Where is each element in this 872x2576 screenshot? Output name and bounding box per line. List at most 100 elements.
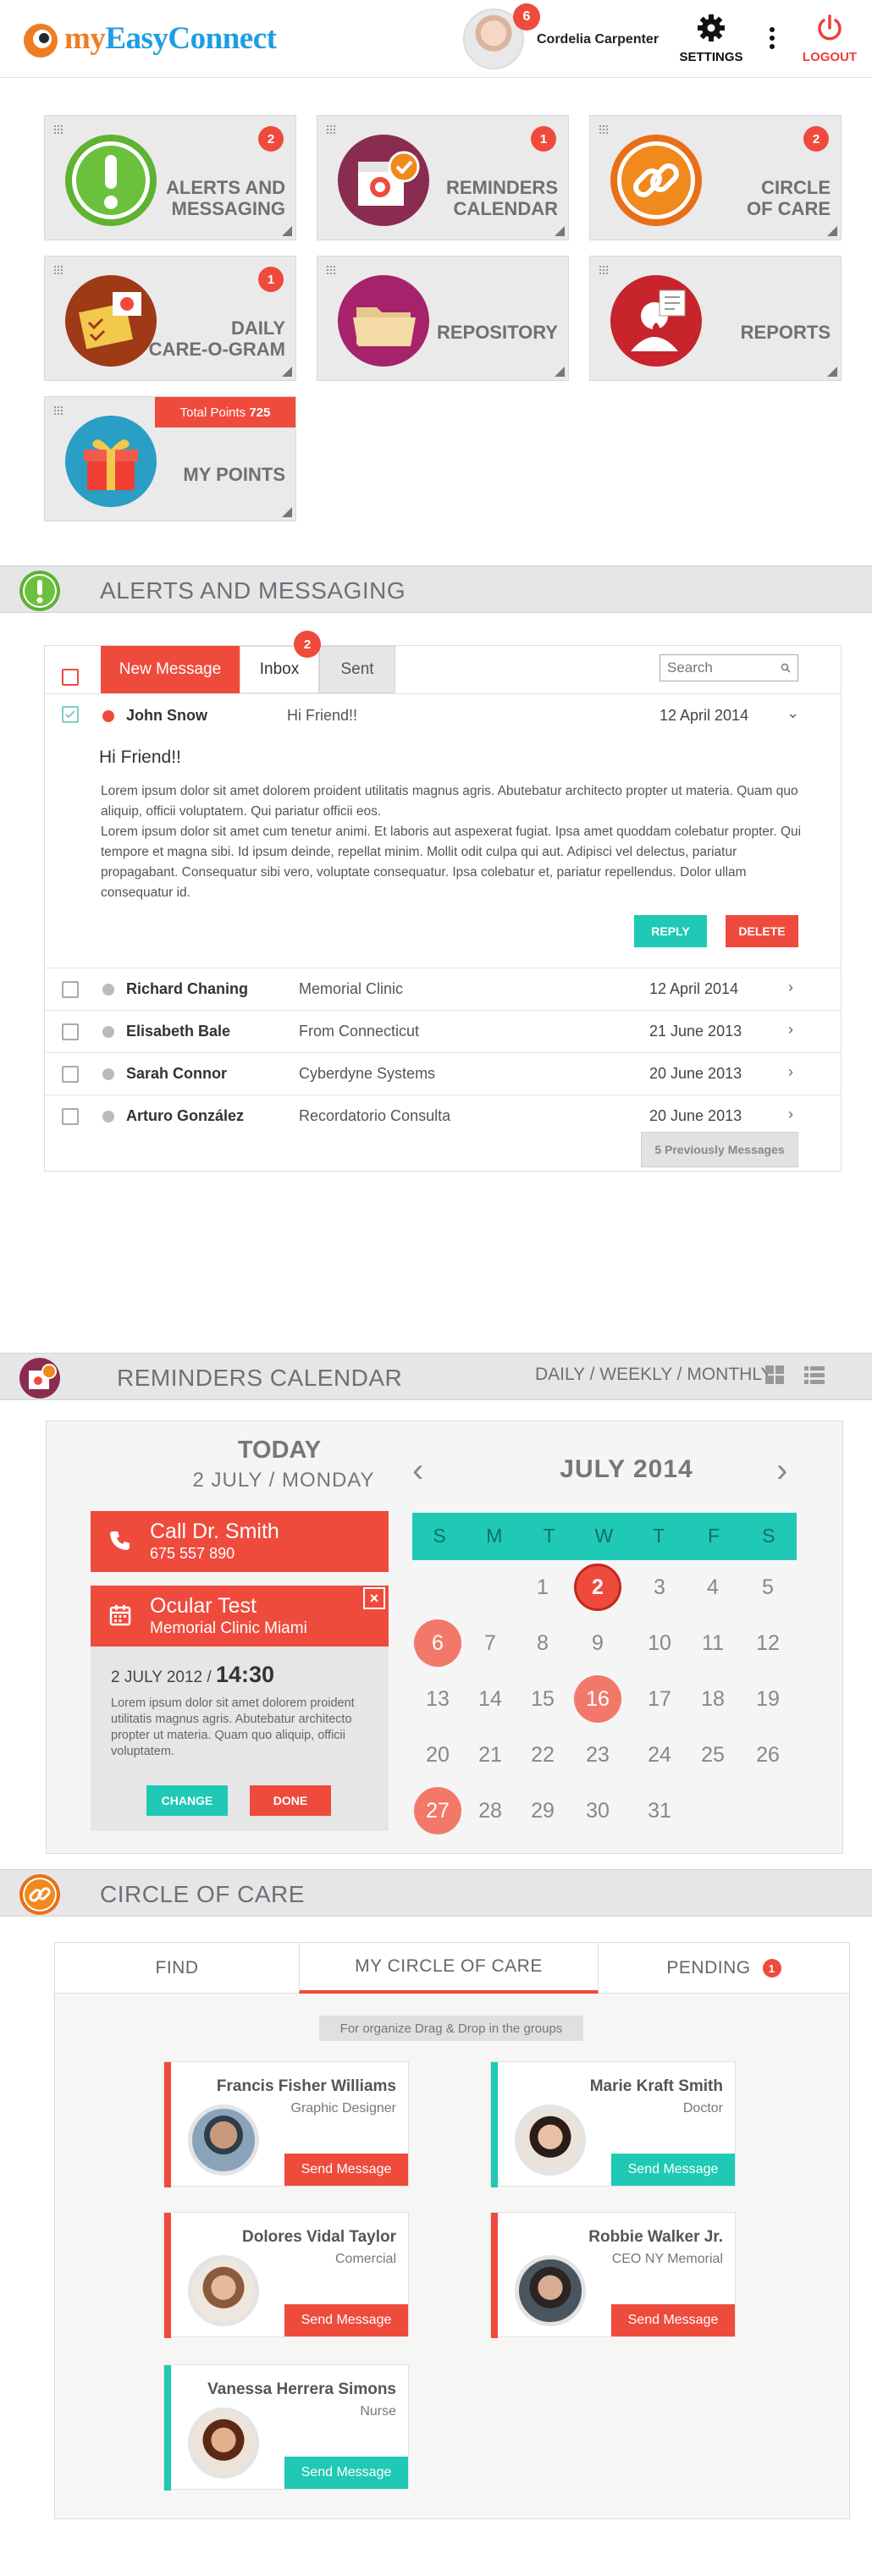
calendar-day[interactable]: 21 [466,1731,514,1779]
calendar-day[interactable]: 3 [636,1564,683,1611]
tab-my-circle-of-care[interactable]: MY CIRCLE OF CARE [299,1943,599,1994]
message-checkbox[interactable] [62,1023,79,1040]
more-options-icon[interactable] [765,25,779,51]
search-input[interactable] [667,659,777,677]
calendar-day[interactable]: 28 [466,1787,514,1834]
search-icon[interactable] [781,663,791,673]
resize-handle-icon[interactable] [827,367,837,377]
calendar-day[interactable]: 31 [636,1787,683,1834]
tile-my-points[interactable]: Total Points 725 MY POINTS [44,396,296,521]
tile-repository[interactable]: REPOSITORY [317,256,569,381]
drag-handle-icon[interactable] [599,265,609,275]
tab-sent[interactable]: Sent [319,646,395,693]
change-button[interactable]: CHANGE [146,1785,228,1816]
contact-card[interactable]: Marie Kraft Smith Doctor Send Message [490,2061,736,2187]
calendar-day[interactable]: 19 [744,1675,792,1723]
calendar-day[interactable]: 13 [414,1675,461,1723]
resize-handle-icon[interactable] [282,507,292,517]
message-checkbox[interactable] [62,1108,79,1125]
message-checkbox[interactable] [62,706,79,723]
tab-find[interactable]: FIND [55,1943,299,1994]
send-message-button[interactable]: Send Message [284,2304,408,2336]
calendar-day[interactable]: 16 [574,1675,621,1723]
chevron-right-icon[interactable]: › [776,1452,787,1490]
message-checkbox[interactable] [62,981,79,998]
message-row-open[interactable]: John Snow Hi Friend!! 12 April 2014 ⌄ [45,693,841,737]
calendar-day[interactable]: 2 [574,1564,621,1611]
send-message-button[interactable]: Send Message [284,2457,408,2489]
calendar-day[interactable]: 10 [636,1619,683,1667]
send-message-button[interactable]: Send Message [611,2154,735,2186]
resize-handle-icon[interactable] [827,226,837,236]
drag-handle-icon[interactable] [326,124,336,135]
calendar-day[interactable]: 26 [744,1731,792,1779]
calendar-day[interactable]: 18 [689,1675,737,1723]
chevron-right-icon[interactable]: › [788,979,793,996]
calendar-day[interactable]: 29 [519,1787,566,1834]
search-box[interactable] [660,654,798,681]
tile-reports[interactable]: REPORTS [589,256,842,381]
calendar-day[interactable]: 6 [414,1619,461,1667]
tile-reminders-calendar[interactable]: 1 REMINDERS CALENDAR [317,115,569,240]
previous-messages-button[interactable]: 5 Previously Messages [641,1132,798,1167]
contact-card[interactable]: Robbie Walker Jr. CEO NY Memorial Send M… [490,2212,736,2338]
user-name[interactable]: Cordelia Carpenter [537,32,659,47]
resize-handle-icon[interactable] [282,226,292,236]
logo[interactable]: myEasyConnect [64,20,277,57]
reply-button[interactable]: REPLY [634,915,707,947]
tile-circle-of-care[interactable]: 2 CIRCLE OF CARE [589,115,842,240]
view-switch[interactable]: DAILY / WEEKLY / MONTHLY [535,1365,772,1385]
calendar-day[interactable]: 8 [519,1619,566,1667]
chevron-down-icon[interactable]: ⌄ [786,704,799,722]
calendar-day[interactable]: 23 [574,1731,621,1779]
view-switch-label[interactable]: DAILY / WEEKLY / MONTHLY [535,1365,772,1384]
settings-button[interactable]: SETTINGS [677,14,745,68]
chevron-right-icon[interactable]: › [788,1021,793,1039]
send-message-button[interactable]: Send Message [284,2154,408,2186]
resize-handle-icon[interactable] [555,367,565,377]
grid-view-icon[interactable] [765,1365,784,1384]
calendar-day[interactable]: 20 [414,1731,461,1779]
contact-card[interactable]: Vanessa Herrera Simons Nurse Send Messag… [163,2364,409,2491]
calendar-day[interactable]: 24 [636,1731,683,1779]
message-row[interactable]: Sarah Connor Cyberdyne Systems 20 June 2… [45,1052,841,1095]
calendar-day[interactable]: 12 [744,1619,792,1667]
calendar-day[interactable]: 4 [689,1564,737,1611]
calendar-day[interactable]: 27 [414,1787,461,1834]
close-icon[interactable]: × [363,1587,385,1609]
calendar-day[interactable]: 25 [689,1731,737,1779]
resize-handle-icon[interactable] [555,226,565,236]
message-row[interactable]: Richard Chaning Memorial Clinic 12 April… [45,968,841,1010]
calendar-day[interactable]: 15 [519,1675,566,1723]
calendar-day[interactable]: 9 [574,1619,621,1667]
tab-pending[interactable]: PENDING 1 [599,1943,849,1994]
calendar-day[interactable]: 22 [519,1731,566,1779]
drag-handle-icon[interactable] [599,124,609,135]
delete-button[interactable]: DELETE [726,915,798,947]
message-checkbox[interactable] [62,1066,79,1083]
message-row[interactable]: Arturo González Recordatorio Consulta 20… [45,1095,841,1137]
chevron-right-icon[interactable]: › [788,1063,793,1081]
drag-handle-icon[interactable] [53,405,63,416]
chevron-left-icon[interactable]: ‹ [412,1452,423,1490]
reminder-card-call[interactable]: Call Dr. Smith 675 557 890 [91,1511,389,1572]
calendar-day[interactable]: 1 [519,1564,566,1611]
reminder-card-event[interactable]: Ocular Test Memorial Clinic Miami × 2 JU… [91,1586,389,1831]
new-message-button[interactable]: New Message [101,646,240,693]
select-all-checkbox[interactable] [62,669,79,686]
chevron-right-icon[interactable]: › [788,1106,793,1123]
contact-card[interactable]: Dolores Vidal Taylor Comercial Send Mess… [163,2212,409,2338]
list-view-icon[interactable] [804,1365,825,1384]
calendar-day[interactable]: 14 [466,1675,514,1723]
send-message-button[interactable]: Send Message [611,2304,735,2336]
calendar-day[interactable]: 17 [636,1675,683,1723]
calendar-day[interactable]: 5 [744,1564,792,1611]
drag-handle-icon[interactable] [326,265,336,275]
message-row[interactable]: Elisabeth Bale From Connecticut 21 June … [45,1010,841,1052]
resize-handle-icon[interactable] [282,367,292,377]
drag-handle-icon[interactable] [53,124,63,135]
calendar-day[interactable]: 30 [574,1787,621,1834]
tile-daily-care-o-gram[interactable]: 1 DAILY CARE-O-GRAM [44,256,296,381]
drag-handle-icon[interactable] [53,265,63,275]
logout-button[interactable]: LOGOUT [796,14,864,68]
